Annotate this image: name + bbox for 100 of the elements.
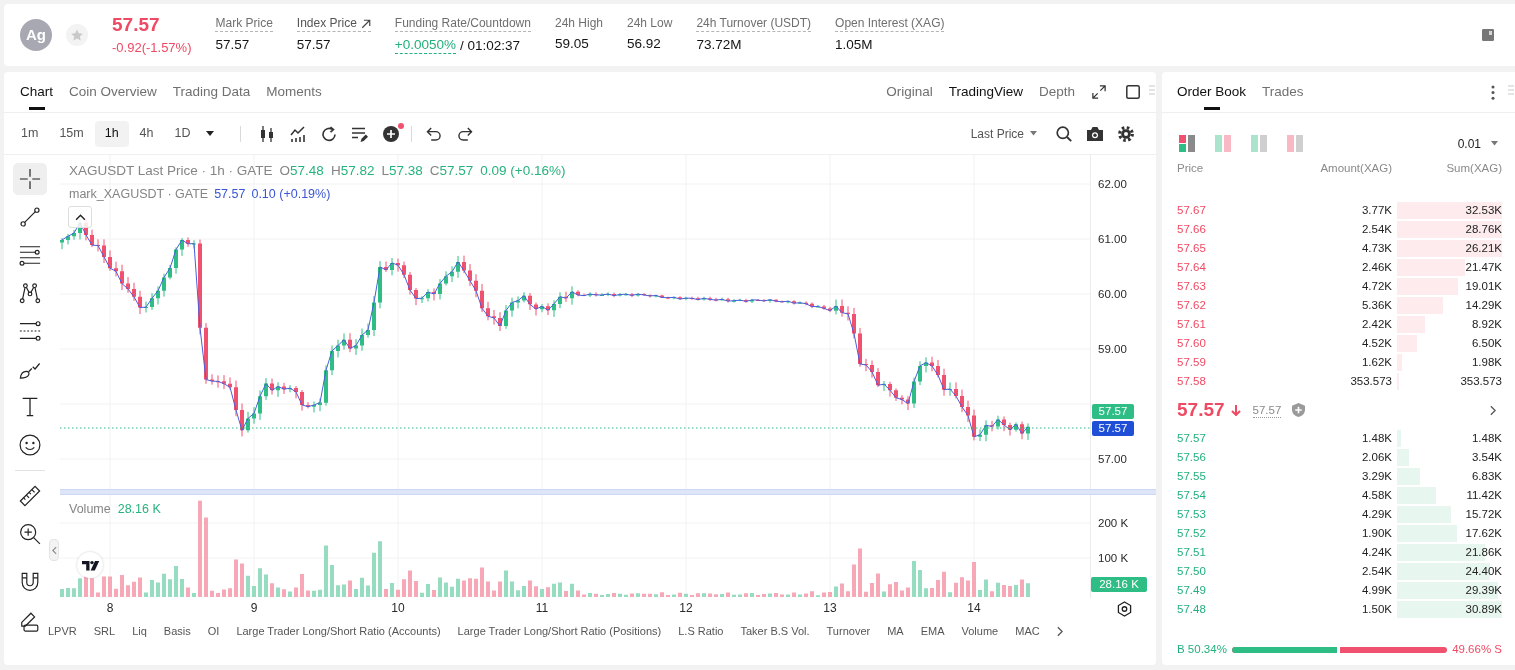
- interval-button[interactable]: 1m: [11, 120, 49, 147]
- precision-dropdown[interactable]: 0.01: [1457, 134, 1498, 153]
- price-axis-label: 59.00: [1098, 342, 1127, 356]
- panel-tab[interactable]: Trading Data: [172, 72, 251, 112]
- view-tab[interactable]: Original: [886, 72, 933, 112]
- interval-button[interactable]: 1h: [94, 120, 129, 147]
- ask-amount: 1.62K: [1361, 354, 1392, 370]
- mark-legend-title: mark_XAGUSDT · GATE: [69, 186, 209, 203]
- coin-avatar: Ag: [20, 19, 52, 51]
- interval-button[interactable]: 1D: [164, 120, 201, 147]
- interval-button[interactable]: 15m: [49, 120, 94, 147]
- interval-button[interactable]: 4h: [129, 120, 164, 147]
- column-header: Price: [1177, 161, 1205, 177]
- ask-sum: 21.47K: [1465, 259, 1502, 275]
- indicator-tab[interactable]: MA: [887, 622, 904, 640]
- indicator-tab[interactable]: OI: [207, 622, 220, 640]
- indicator-tab[interactable]: Large Trader Long/Short Ratio (Accounts): [236, 622, 441, 640]
- bid-price: 57.52: [1177, 525, 1207, 541]
- indicator-tab[interactable]: Turnover: [826, 622, 871, 640]
- indicator-tab[interactable]: Basis: [163, 622, 191, 640]
- bid-sum: 17.62K: [1465, 525, 1502, 541]
- ask-price: 57.64: [1177, 259, 1207, 275]
- indicator-tab[interactable]: Volume: [961, 622, 999, 640]
- column-header: Sum(XAG): [1445, 161, 1502, 177]
- mid-price: 57.57: [1177, 399, 1225, 421]
- redo-icon[interactable]: [457, 126, 473, 141]
- view-tab[interactable]: Depth: [1038, 72, 1075, 112]
- bid-sum: 6.83K: [1471, 468, 1502, 484]
- indicator-tab[interactable]: Liq: [132, 622, 147, 640]
- mark-price: 57.57: [1252, 402, 1282, 418]
- trend-line-icon: [19, 206, 41, 228]
- ask-sum: 26.21K: [1465, 240, 1502, 256]
- caret-down-icon[interactable]: [205, 131, 214, 136]
- zoom-in-icon: [19, 523, 41, 545]
- legend-change: 0.09 (+0.16%): [480, 162, 566, 179]
- mark-legend-price: 57.57: [214, 186, 246, 203]
- indicator-tab[interactable]: LPVR: [48, 622, 77, 640]
- stat-label[interactable]: Index Price: [296, 16, 371, 32]
- ask-amount: 2.46K: [1361, 259, 1392, 275]
- bid-sum: 24.40K: [1465, 563, 1502, 579]
- candlestick-icon[interactable]: [259, 125, 275, 142]
- indicator-chart-icon[interactable]: [290, 125, 306, 142]
- collapse-button[interactable]: [68, 206, 92, 228]
- settings-icon[interactable]: [1117, 125, 1134, 142]
- shield-icon[interactable]: [1292, 403, 1306, 417]
- indicator-tab[interactable]: SRL: [93, 622, 116, 640]
- indicator-tab[interactable]: Taker B.S Vol.: [740, 622, 810, 640]
- toolbar-collapse-handle[interactable]: [49, 539, 59, 561]
- chevron-right-icon[interactable]: [1056, 625, 1063, 637]
- price-source-dropdown[interactable]: Last Price: [970, 124, 1037, 143]
- square-icon[interactable]: [1126, 85, 1140, 99]
- bid-price: 57.56: [1177, 449, 1207, 465]
- ask-price: 57.63: [1177, 278, 1207, 294]
- indicator-tab[interactable]: Large Trader Long/Short Ratio (Positions): [457, 622, 662, 640]
- volume-value: 28.16 K: [117, 502, 161, 517]
- bid-sum: 1.48K: [1471, 430, 1502, 446]
- bid-sum: 3.54K: [1471, 449, 1502, 465]
- bid-amount: 1.48K: [1361, 430, 1392, 446]
- bid-price: 57.55: [1177, 468, 1207, 484]
- ask-sum: 19.01K: [1465, 278, 1502, 294]
- indicator-tab[interactable]: MAC: [1015, 622, 1040, 640]
- smiley-icon: [19, 434, 41, 456]
- stat-value: 1.05M: [835, 36, 873, 53]
- price-axis-label: 61.00: [1098, 232, 1127, 246]
- indicator-tab[interactable]: L.S Ratio: [678, 622, 724, 640]
- ask-price: 57.59: [1177, 354, 1207, 370]
- undo-icon[interactable]: [426, 126, 442, 141]
- ask-price: 57.66: [1177, 221, 1207, 237]
- expand-icon[interactable]: [1092, 85, 1106, 99]
- replay-icon[interactable]: [321, 125, 337, 142]
- ask-price: 57.61: [1177, 316, 1207, 332]
- view-tab[interactable]: TradingView: [948, 72, 1023, 112]
- order-book-tab[interactable]: Trades: [1262, 72, 1304, 112]
- hexagon-icon[interactable]: [1117, 601, 1132, 617]
- bid-price: 57.50: [1177, 563, 1207, 579]
- price-change: -0.92(-1.57%): [112, 40, 192, 56]
- ask-amount: 3.77K: [1361, 202, 1392, 218]
- panel-tab[interactable]: Coin Overview: [69, 72, 157, 112]
- indicator-tab[interactable]: EMA: [920, 622, 945, 640]
- price-axis-label: 62.00: [1098, 177, 1127, 191]
- bid-amount: 4.29K: [1361, 506, 1392, 522]
- drag-handle-icon[interactable]: [1508, 85, 1514, 95]
- more-icon[interactable]: [1491, 84, 1495, 100]
- list-icon[interactable]: [352, 125, 368, 142]
- ohlc-value: C57.57: [429, 162, 474, 179]
- mark-legend-change: 0.10 (+0.19%): [251, 186, 331, 203]
- search-icon[interactable]: [1055, 125, 1072, 142]
- panel-tab[interactable]: Moments: [266, 72, 322, 112]
- stat-label: 24h Turnover (USDT): [696, 16, 812, 32]
- stat-value: 57.57: [296, 36, 331, 53]
- drag-handle-icon[interactable]: [1149, 85, 1155, 95]
- bid-price: 57.57: [1177, 430, 1207, 446]
- combined-book-icon[interactable]: [1179, 135, 1195, 152]
- add-icon[interactable]: [383, 125, 399, 142]
- chevron-right-icon[interactable]: [1490, 404, 1496, 416]
- camera-icon[interactable]: [1086, 126, 1103, 141]
- time-axis-label: 11: [535, 601, 549, 616]
- tile-icon[interactable]: [1482, 29, 1494, 41]
- ask-amount: 5.36K: [1361, 297, 1392, 313]
- ask-amount: 4.52K: [1361, 335, 1392, 351]
